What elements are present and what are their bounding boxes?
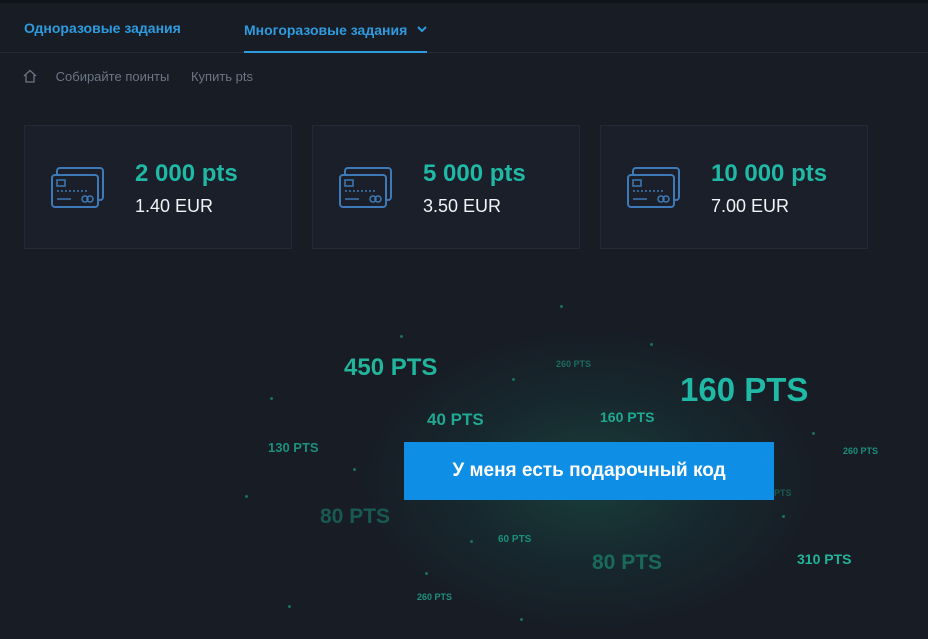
tab-bar: Одноразовые задания Многоразовые задания xyxy=(0,0,928,53)
floating-points-label: 160 PTS xyxy=(680,371,809,408)
floating-points-label: 260 PTS xyxy=(843,446,879,456)
floating-points-label: 80 PTS xyxy=(320,505,391,528)
floating-points-label: 450 PTS xyxy=(344,354,438,381)
decor-dot xyxy=(288,605,291,608)
tab-label: Многоразовые задания xyxy=(244,22,408,38)
decor-dot xyxy=(812,432,815,435)
tab-label: Одноразовые задания xyxy=(24,20,181,36)
decor-dot xyxy=(245,495,248,498)
floating-points-label: 80 PTS xyxy=(592,551,663,574)
package-points: 2 000 pts xyxy=(135,160,238,187)
floating-points-label: 260 PTS xyxy=(417,592,453,602)
credit-cards-icon xyxy=(627,166,683,210)
package-points: 10 000 pts xyxy=(711,160,828,187)
breadcrumb: Собирайте поинты Купить pts xyxy=(22,68,271,84)
floating-points-label: 310 PTS xyxy=(797,551,852,567)
floating-points-label: PTS xyxy=(774,488,792,498)
decor-dot xyxy=(650,343,653,346)
credit-cards-icon xyxy=(339,166,395,210)
floating-points-label: 160 PTS xyxy=(600,409,655,425)
decor-dot xyxy=(560,305,563,308)
breadcrumb-collect-points[interactable]: Собирайте поинты xyxy=(56,69,170,84)
decor-dot xyxy=(425,572,428,575)
decor-dot xyxy=(782,515,785,518)
decor-dot xyxy=(520,618,523,621)
decor-dot xyxy=(470,540,473,543)
decor-dot xyxy=(270,397,273,400)
credit-cards-icon xyxy=(51,166,107,210)
decor-dot xyxy=(400,335,403,338)
package-points: 5 000 pts xyxy=(423,160,526,187)
tab-recurring-tasks[interactable]: Многоразовые задания xyxy=(244,20,428,53)
tab-one-time-tasks[interactable]: Одноразовые задания xyxy=(24,20,181,36)
home-icon[interactable] xyxy=(22,68,38,84)
package-card-2000[interactable]: 2 000 pts 1.40 EUR xyxy=(24,125,292,249)
breadcrumb-buy-pts[interactable]: Купить pts xyxy=(191,69,253,84)
floating-points-label: 130 PTS xyxy=(268,440,319,455)
package-price: 7.00 EUR xyxy=(711,196,790,216)
decor-dot xyxy=(353,468,356,471)
active-tab-indicator xyxy=(244,51,428,53)
package-card-5000[interactable]: 5 000 pts 3.50 EUR xyxy=(312,125,580,249)
decor-dot xyxy=(512,378,515,381)
gift-code-button[interactable]: У меня есть подарочный код xyxy=(404,442,774,500)
package-price: 3.50 EUR xyxy=(423,196,502,216)
floating-points-label: 40 PTS xyxy=(427,410,484,429)
package-price: 1.40 EUR xyxy=(135,196,214,216)
floating-points-label: 60 PTS xyxy=(498,534,532,545)
package-card-10000[interactable]: 10 000 pts 7.00 EUR xyxy=(600,125,868,249)
chevron-down-icon xyxy=(417,20,427,36)
floating-points-label: 260 PTS xyxy=(556,359,592,369)
